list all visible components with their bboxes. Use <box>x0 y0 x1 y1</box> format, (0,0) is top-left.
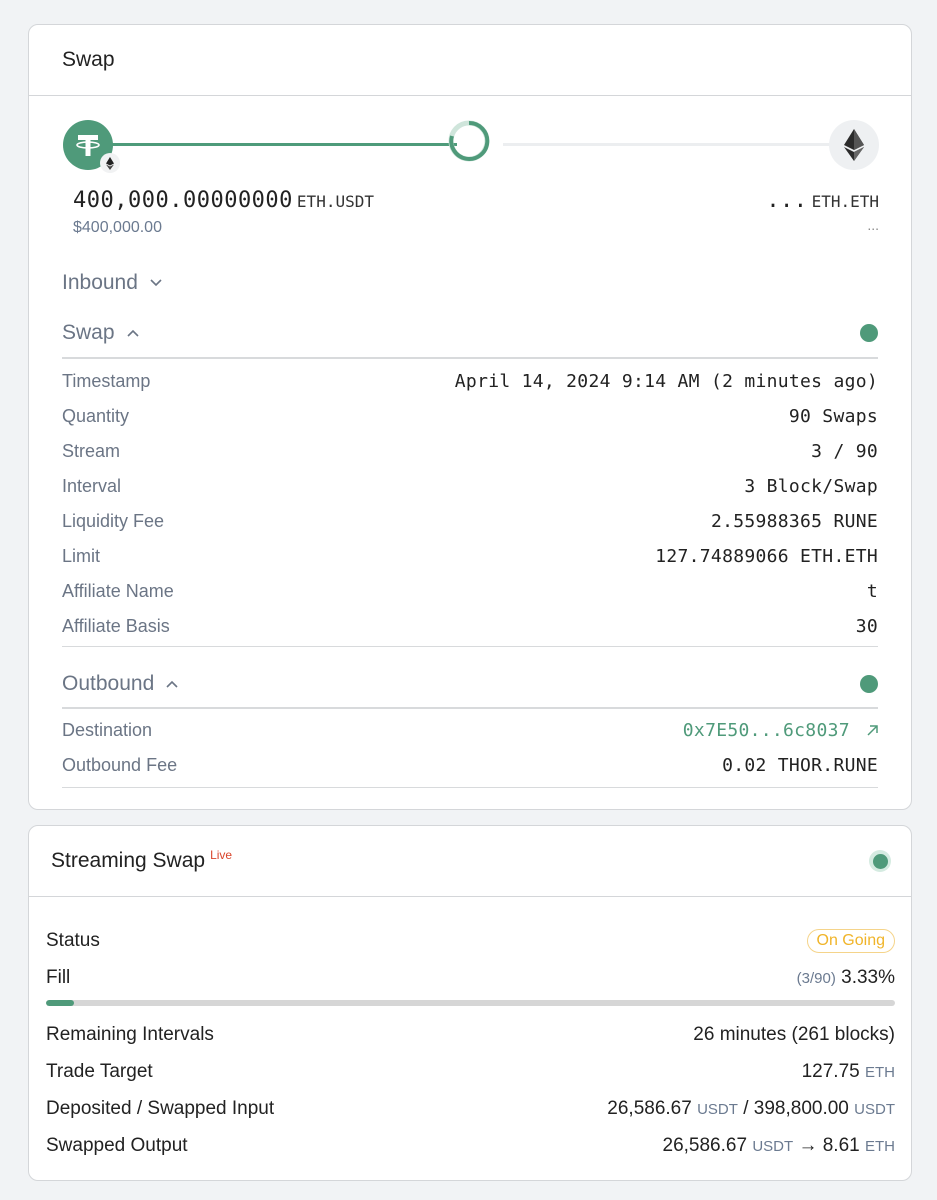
from-asset: ETH.USDT <box>296 192 374 211</box>
to-amount: ... <box>766 188 808 213</box>
stream-row-remaining: Remaining Intervals 26 minutes (261 bloc… <box>46 1023 895 1045</box>
divider <box>62 787 878 788</box>
inbound-section: Inbound <box>62 271 878 295</box>
detail-row-interval: Interval 3 Block/Swap <box>62 476 878 497</box>
fill-percent: 3.33% <box>841 966 895 988</box>
route-progress-done <box>103 143 457 146</box>
outbound-section: Outbound Destination 0x7E50...6c8037 Out… <box>62 669 878 788</box>
live-indicator: Live <box>210 848 233 862</box>
fill-progress-bar <box>46 1000 895 1006</box>
detail-row-affiliate-basis: Affiliate Basis 30 <box>62 616 878 637</box>
swap-details-toggle[interactable]: Swap <box>62 318 878 348</box>
swap-card-header: Swap <box>29 25 911 96</box>
divider <box>62 646 878 647</box>
detail-row-affiliate-name: Affiliate Name t <box>62 581 878 602</box>
streaming-card-title-group: Streaming Swap Live <box>51 848 233 873</box>
fill-count: (3/90) <box>796 969 836 987</box>
fill-progress-fill <box>46 1000 75 1006</box>
chevron-down-icon <box>150 279 162 287</box>
stream-row-deposited: Deposited / Swapped Input 26,586.67 USDT… <box>46 1097 895 1119</box>
inbound-title: Inbound <box>62 271 138 294</box>
inbound-toggle[interactable]: Inbound <box>62 271 878 295</box>
route-progress-remaining <box>503 143 843 146</box>
stream-row-status: Status On Going <box>46 922 895 959</box>
from-amount: 400,000.00000000 <box>73 188 293 213</box>
ethereum-icon <box>829 120 879 170</box>
detail-row-quantity: Quantity 90 Swaps <box>62 406 878 427</box>
swap-card-title: Swap <box>62 48 115 71</box>
swap-status-dot-icon <box>860 324 878 342</box>
external-link-icon <box>867 720 878 741</box>
detail-row-limit: Limit 127.74889066 ETH.ETH <box>62 546 878 567</box>
arrow-right-icon: → <box>798 1134 818 1156</box>
stream-row-swapped-output: Swapped Output 26,586.67 USDT → 8.61 ETH <box>46 1134 895 1156</box>
status-badge: On Going <box>806 928 895 953</box>
detail-row-destination: Destination 0x7E50...6c8037 <box>62 713 878 748</box>
detail-row-outbound-fee: Outbound Fee 0.02 THOR.RUNE <box>62 755 878 776</box>
to-usd-value: ... <box>867 217 879 233</box>
detail-row-stream: Stream 3 / 90 <box>62 441 878 462</box>
outbound-title: Outbound <box>62 672 155 695</box>
outbound-toggle[interactable]: Outbound <box>62 669 878 699</box>
to-asset: ETH.ETH <box>811 192 879 211</box>
ethereum-chain-badge-icon <box>100 153 120 173</box>
stream-row-fill: Fill (3/90) 3.33% <box>46 966 895 989</box>
destination-address-link[interactable]: 0x7E50...6c8037 <box>683 720 878 741</box>
swap-route <box>63 120 879 173</box>
outbound-status-dot-icon <box>860 675 878 693</box>
detail-row-liquidity-fee: Liquidity Fee 2.55988365 RUNE <box>62 511 878 532</box>
chevron-up-icon <box>166 680 178 688</box>
streaming-card-header: Streaming Swap Live <box>29 826 911 897</box>
swap-details-title: Swap <box>62 321 115 344</box>
streaming-card-title: Streaming Swap <box>51 849 206 872</box>
to-amount-block: ... ETH.ETH ... <box>766 188 879 233</box>
stream-row-trade-target: Trade Target 127.75 ETH <box>46 1060 895 1082</box>
live-status-dot-icon <box>869 850 891 872</box>
from-usd-value: $400,000.00 <box>73 219 162 236</box>
from-amount-block: 400,000.00000000 ETH.USDT $400,000.00 <box>73 188 374 237</box>
detail-row-timestamp: Timestamp April 14, 2024 9:14 AM (2 minu… <box>62 371 878 392</box>
chevron-up-icon <box>126 329 139 337</box>
swap-card: Swap 400,000.00000000 ETH.USDT $400,000.… <box>28 24 912 810</box>
swap-details-section: Swap Timestamp April 14, 2024 9:14 AM (2… <box>62 318 878 647</box>
progress-spinner-icon <box>448 120 490 162</box>
fill-value: (3/90) 3.33% <box>797 967 895 989</box>
streaming-swap-card: Streaming Swap Live Status On Going Fill … <box>28 825 912 1181</box>
streaming-details: Status On Going Fill (3/90) 3.33% Remain… <box>46 922 895 1164</box>
